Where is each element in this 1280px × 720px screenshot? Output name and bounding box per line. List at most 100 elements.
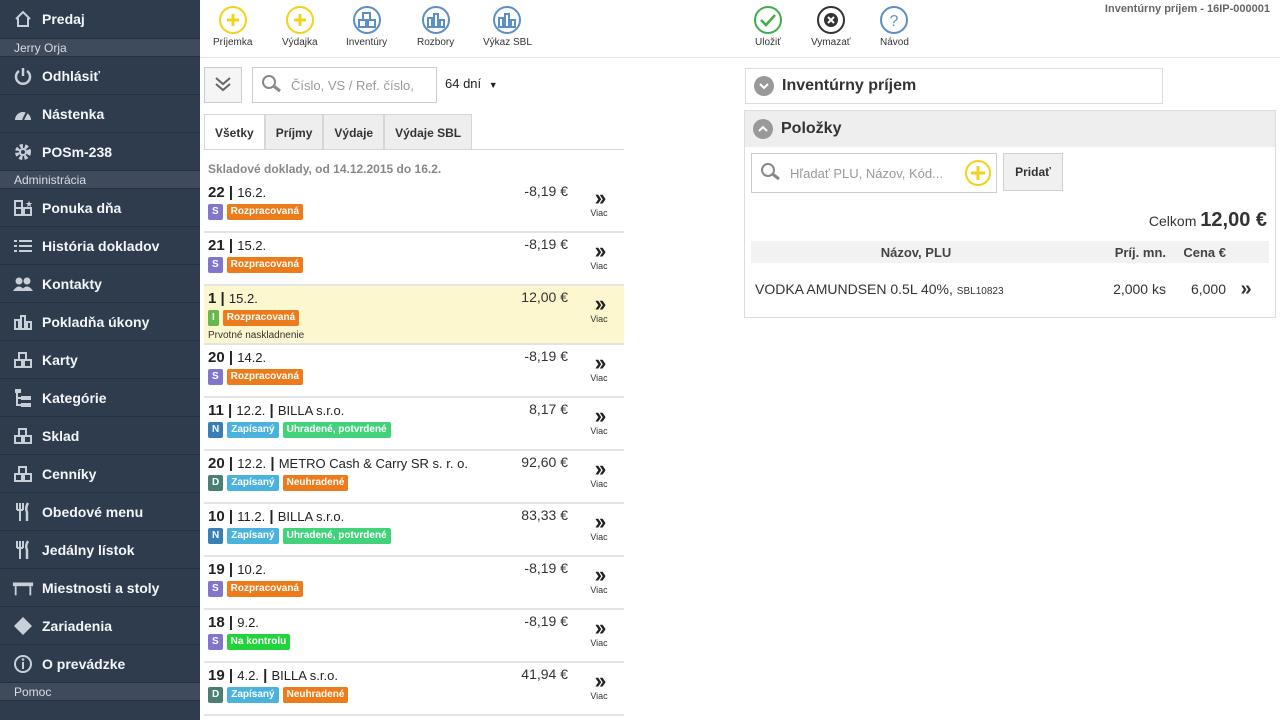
document-row[interactable]: 20 | 14.2. -8,19 € S Rozpracovaná ›› Viac bbox=[204, 345, 624, 398]
status-badge: Zapísaný bbox=[227, 422, 279, 438]
document-row[interactable]: 19 | 10.2. -8,19 € S Rozpracovaná ›› Viac bbox=[204, 557, 624, 610]
item-row[interactable]: VODKA AMUNDSEN 0.5L 40%, SBL10823 2,000 k… bbox=[751, 263, 1269, 315]
section-polozky-header[interactable]: Položky bbox=[745, 111, 1275, 147]
document-date: 15.2. bbox=[228, 291, 258, 306]
add-item-button[interactable]: Pridať bbox=[1003, 153, 1063, 191]
type-badge: D bbox=[208, 475, 224, 491]
document-header-line: 21 | 15.2. bbox=[208, 237, 266, 254]
toolbar-button-v-dajka[interactable]: Výdajka bbox=[282, 6, 318, 48]
type-badge: S bbox=[208, 204, 223, 220]
collapse-filter-button[interactable] bbox=[204, 67, 242, 103]
more-button[interactable]: ›› Viac bbox=[588, 458, 610, 490]
more-button[interactable]: ›› Viac bbox=[588, 240, 610, 272]
sidebar-item-karty[interactable]: Karty bbox=[0, 341, 200, 379]
sidebar-item-label: Predaj bbox=[42, 11, 85, 27]
document-row[interactable]: 22 | 16.2. -8,19 € S Rozpracovaná ›› Viac bbox=[204, 180, 624, 233]
more-button[interactable]: ›› Viac bbox=[588, 615, 610, 649]
days-dropdown[interactable]: 64 dní ▼ bbox=[445, 76, 498, 91]
toolbar-button-label: Návod bbox=[880, 37, 909, 48]
document-row[interactable]: 11 | 12.2. | BILLA s.r.o. 8,17 € N Zapísaný… bbox=[204, 398, 624, 451]
document-row[interactable]: 20 | 12.2. | METRO Cash & Carry SR s. r.… bbox=[204, 451, 624, 504]
sidebar-item-ponuka-d-a[interactable]: ★ Ponuka dňa bbox=[0, 189, 200, 227]
item-search[interactable] bbox=[751, 153, 997, 193]
document-row[interactable]: 10 | 11.2. | BILLA s.r.o. 83,33 € N Zapísan… bbox=[204, 504, 624, 557]
more-button[interactable]: ›› Viac bbox=[588, 511, 610, 543]
toolbar-button-vymaza-[interactable]: Vymazať bbox=[811, 6, 851, 48]
section-inventurny-prijem-header[interactable]: Inventúrny príjem bbox=[745, 68, 1163, 104]
sidebar-item-label: Obedové menu bbox=[42, 503, 144, 520]
sidebar-item-cenn-ky[interactable]: Cenníky bbox=[0, 455, 200, 493]
sidebar-item-n-stenka[interactable]: Nástenka bbox=[0, 95, 200, 133]
double-chevron-right-icon: ›› bbox=[594, 403, 607, 428]
sidebar-item-miestnosti-a-stoly[interactable]: Miestnosti a stoly bbox=[0, 569, 200, 607]
document-header-line: 20 | 14.2. bbox=[208, 349, 266, 366]
x-icon bbox=[816, 6, 845, 34]
sidebar-item-label: POSm-238 bbox=[42, 143, 113, 160]
sidebar-item-o-prev-dzke[interactable]: O prevádzke bbox=[0, 645, 200, 683]
sidebar-item-sklad[interactable]: Sklad bbox=[0, 417, 200, 455]
more-button[interactable]: ›› Viac bbox=[588, 564, 610, 596]
sidebar-item-hist-ria-dokladov[interactable]: História dokladov bbox=[0, 227, 200, 265]
tab-vydaje[interactable]: Výdaje bbox=[323, 114, 385, 150]
check-icon bbox=[754, 6, 782, 34]
document-search-input[interactable] bbox=[291, 77, 431, 93]
toolbar-button-ulo-i-[interactable]: Uložiť bbox=[754, 6, 782, 48]
chevron-right-icon[interactable]: » bbox=[1226, 278, 1266, 301]
type-badge: S bbox=[208, 369, 223, 385]
document-date: 9.2. bbox=[237, 615, 259, 630]
toolbar-button-invent-ry[interactable]: Inventúry bbox=[346, 6, 387, 48]
question-icon: ? bbox=[880, 6, 909, 34]
tab-vydaje-sbl[interactable]: Výdaje SBL bbox=[384, 114, 473, 150]
type-badge: S bbox=[208, 634, 223, 650]
double-chevron-right-icon: ›› bbox=[594, 615, 607, 640]
item-plu: SBL10823 bbox=[956, 286, 1004, 297]
document-row[interactable]: 1 | 15.2. 12,00 € I Rozpracovaná Prvotné nas… bbox=[204, 286, 624, 345]
document-row[interactable]: 21 | 15.2. -8,19 € S Rozpracovaná ›› Viac bbox=[204, 233, 624, 286]
sidebar-item-posm-238[interactable]: POSm-238 bbox=[0, 133, 200, 171]
document-badges: I Rozpracovaná bbox=[208, 310, 303, 326]
section-administracia: Administrácia bbox=[0, 171, 200, 189]
document-number: 20 bbox=[208, 455, 225, 472]
sidebar-item-predaj[interactable]: Predaj bbox=[0, 0, 200, 39]
toolbar-button-pr-jemka[interactable]: Príjemka bbox=[213, 6, 252, 48]
sidebar-item-obedov-menu[interactable]: Obedové menu bbox=[0, 493, 200, 531]
sidebar-item-kontakty[interactable]: Kontakty bbox=[0, 265, 200, 303]
more-button[interactable]: ›› Viac bbox=[588, 350, 610, 384]
sidebar-item-poklad-a-kony[interactable]: Pokladňa úkony bbox=[0, 303, 200, 341]
document-tabs: Všetky Príjmy Výdaje Výdaje SBL bbox=[204, 114, 473, 150]
sidebar-item-jed-lny-l-stok[interactable]: Jedálny lístok bbox=[0, 531, 200, 569]
toolbar-button-n-vod[interactable]: ? Návod bbox=[880, 6, 909, 48]
document-row[interactable]: 19 | 4.2. | BILLA s.r.o. 41,94 € D Zapísaný… bbox=[204, 663, 624, 716]
document-date: 11.2. bbox=[237, 509, 266, 524]
tab-vsetky[interactable]: Všetky bbox=[204, 114, 265, 150]
document-number: 18 bbox=[208, 614, 225, 631]
document-search[interactable] bbox=[252, 67, 437, 103]
status-badge: Uhradené, potvrdené bbox=[282, 422, 391, 438]
sidebar-item-kateg-rie[interactable]: Kategórie bbox=[0, 379, 200, 417]
document-amount: 8,17 € bbox=[529, 401, 568, 417]
sidebar-item-label: Cenníky bbox=[42, 465, 97, 482]
toolbar-button-rozbory[interactable]: Rozbory bbox=[417, 6, 454, 48]
tab-prijmy[interactable]: Príjmy bbox=[264, 114, 324, 150]
document-badges: S Na kontrolu bbox=[208, 634, 294, 650]
add-circle-icon[interactable] bbox=[964, 159, 992, 190]
item-search-input[interactable] bbox=[790, 165, 950, 181]
more-button[interactable]: ›› Viac bbox=[588, 670, 610, 702]
toolbar-button-label: Výkaz SBL bbox=[483, 37, 532, 48]
bar-chart-icon bbox=[12, 311, 34, 333]
table-header: Názov, PLU Príj. mn. Cena € bbox=[751, 241, 1269, 263]
document-amount: 83,33 € bbox=[521, 507, 568, 523]
more-button[interactable]: ›› Viac bbox=[588, 403, 610, 437]
section-pomoc: Pomoc bbox=[0, 683, 200, 701]
document-header-line: 19 | 10.2. bbox=[208, 561, 266, 578]
blocks-icon bbox=[12, 425, 34, 447]
document-badges: N Zapísaný Uhradené, potvrdené bbox=[208, 528, 395, 544]
double-chevron-right-icon: ›› bbox=[594, 350, 607, 375]
toolbar-button-v-kaz-sbl[interactable]: Výkaz SBL bbox=[483, 6, 532, 48]
sidebar-item-odhl-si-[interactable]: Odhlásiť bbox=[0, 57, 200, 95]
more-button[interactable]: ›› Viac bbox=[588, 187, 610, 219]
document-date: 15.2. bbox=[237, 238, 267, 253]
document-row[interactable]: 18 | 9.2. -8,19 € S Na kontrolu ›› Viac bbox=[204, 610, 624, 663]
more-button[interactable]: ›› Viac bbox=[588, 293, 610, 325]
sidebar-item-zariadenia[interactable]: Zariadenia bbox=[0, 607, 200, 645]
